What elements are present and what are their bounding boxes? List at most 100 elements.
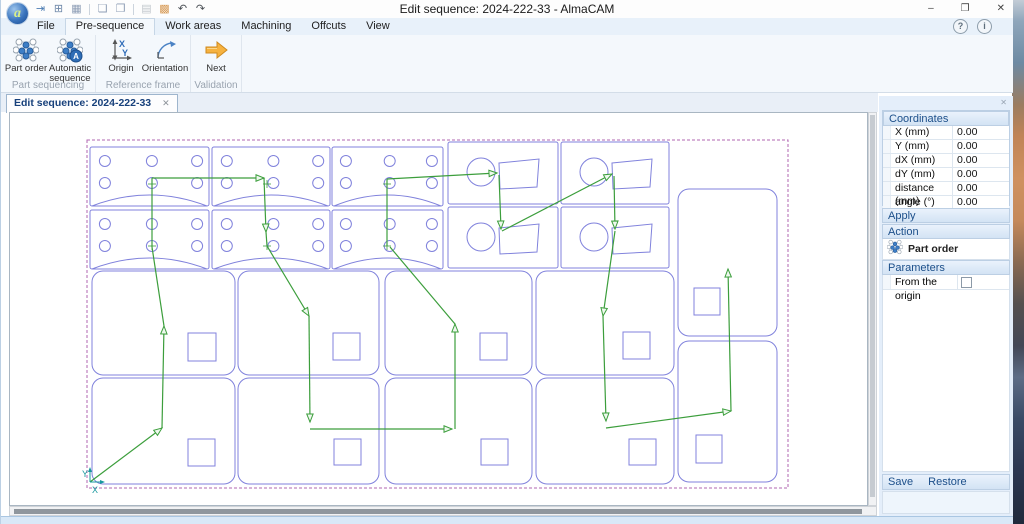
parameters-panel: From the origin (882, 275, 1010, 472)
ribbon-group-part-sequencing: Part orderAAutomatic sequencePart sequen… (1, 35, 96, 92)
sidebar-filler (882, 491, 1010, 514)
parameters-header[interactable]: Parameters (882, 260, 1010, 275)
part-order-icon (13, 37, 39, 63)
coordinate-row: Y (mm)0.00 (883, 140, 1009, 154)
coordinates-grid: X (mm)0.00Y (mm)0.00dX (mm)0.00dY (mm)0.… (883, 126, 1009, 210)
nesting-canvas[interactable]: YX (9, 112, 868, 506)
orientation-button[interactable]: Orientation (143, 36, 187, 74)
svg-text:Y: Y (82, 469, 88, 479)
coordinate-row: dX (mm)0.00 (883, 154, 1009, 168)
maximize-button[interactable]: ❐ (961, 0, 970, 18)
next-button[interactable]: Next (194, 36, 238, 74)
save-icon[interactable]: ▤ (139, 2, 154, 17)
group-label: Validation (191, 80, 241, 92)
coordinate-value-cell[interactable]: 0.00 (952, 168, 1009, 181)
horizontal-scrollbar[interactable] (9, 506, 877, 516)
automatic-sequence-button[interactable]: AAutomatic sequence (48, 36, 92, 85)
ribbon-tab-row: FilePre-sequenceWork areasMachiningOffcu… (1, 18, 1013, 36)
coordinate-row: dY (mm)0.00 (883, 168, 1009, 182)
horizontal-scrollbar-thumb[interactable] (14, 509, 862, 514)
vertical-scrollbar[interactable] (868, 112, 877, 506)
action-current-item: Part order (882, 239, 1010, 260)
part-order-icon (887, 239, 903, 260)
document-tab-label: Edit sequence: 2024-222-33 (14, 97, 151, 109)
ribbon: Part orderAAutomatic sequencePart sequen… (1, 35, 1013, 93)
application-window: Edit sequence: 2024-222-33 - AlmaCAM – ❐… (0, 0, 1012, 524)
coordinate-label: Y (mm) (891, 140, 952, 153)
next-icon (203, 37, 229, 63)
save-restore-bar: Save Restore (882, 474, 1010, 490)
help-icon[interactable]: ? (953, 19, 968, 34)
coordinate-value-cell[interactable]: 0.00 (952, 126, 1009, 139)
ribbon-tab-machining[interactable]: Machining (231, 18, 301, 35)
button-label: Origin (108, 64, 133, 74)
window-bottom-edge (1, 516, 1013, 524)
chart-icon[interactable]: ▦ (69, 2, 84, 17)
coordinate-value-cell[interactable]: 0.00 (952, 154, 1009, 167)
tile-windows-icon[interactable]: ❐ (113, 2, 128, 17)
ribbon-tab-pre-sequence[interactable]: Pre-sequence (65, 18, 156, 35)
toolbar-separator (89, 4, 90, 15)
group-label: Reference frame (96, 80, 190, 92)
ribbon-tab-work-areas[interactable]: Work areas (155, 18, 231, 35)
action-header[interactable]: Action (882, 224, 1010, 239)
coordinates-panel: Coordinates X (mm)0.00Y (mm)0.00dX (mm)0… (882, 110, 1010, 206)
undo-icon[interactable]: ↶ (175, 2, 190, 17)
origin-button[interactable]: X YOrigin (99, 36, 143, 74)
exit-door-icon[interactable]: ⇥ (33, 2, 48, 17)
desktop-wallpaper-strip (1012, 0, 1024, 524)
origin-icon: X Y (108, 37, 134, 63)
coordinate-value-cell[interactable]: 0.00 (952, 182, 1009, 195)
ribbon-groups: Part orderAAutomatic sequencePart sequen… (1, 35, 1013, 92)
properties-sidebar: ✕ Coordinates X (mm)0.00Y (mm)0.00dX (mm… (879, 96, 1013, 516)
quick-access-toolbar: ⇥⊞▦ ❏❐ ▤▩↶↷ (33, 1, 208, 17)
document-tab-bar: Edit sequence: 2024-222-33 ✕ (1, 93, 878, 112)
almacam-window: Edit sequence: 2024-222-33 - AlmaCAM – ❐… (0, 0, 1024, 524)
svg-text:X: X (92, 485, 98, 495)
part-order-button[interactable]: Part order (4, 36, 48, 74)
help-area: ? i (953, 19, 992, 34)
coordinate-label: distance (mm) (891, 182, 952, 195)
from-origin-checkbox[interactable] (961, 277, 972, 288)
parameter-row: From the origin (883, 275, 1009, 290)
toolbar-separator (133, 4, 134, 15)
sidebar-close-icon[interactable]: ✕ (1000, 98, 1007, 107)
group-label: Part sequencing (1, 80, 95, 92)
ribbon-tab-offcuts[interactable]: Offcuts (301, 18, 356, 35)
minimize-button[interactable]: – (928, 0, 934, 18)
parameter-label: From the origin (891, 275, 957, 289)
button-label: Next (206, 64, 226, 74)
app-logo[interactable]: a (7, 3, 28, 24)
table-icon[interactable]: ⊞ (51, 2, 66, 17)
coordinate-label: dY (mm) (891, 168, 952, 181)
vertical-scrollbar-thumb[interactable] (870, 115, 875, 497)
window-controls: – ❐ ✕ (928, 0, 1005, 18)
button-label: Part order (5, 64, 47, 74)
ribbon-tabs: FilePre-sequenceWork areasMachiningOffcu… (27, 18, 400, 35)
automatic-sequence-icon: A (57, 37, 83, 63)
coordinate-row: distance (mm)0.00 (883, 182, 1009, 196)
ribbon-tab-file[interactable]: File (27, 18, 65, 35)
button-label: Orientation (142, 64, 188, 74)
coordinate-label: X (mm) (891, 126, 952, 139)
ribbon-group-validation: Next Validation (191, 35, 242, 92)
coordinate-value-cell[interactable]: 0.00 (952, 140, 1009, 153)
action-item-label: Part order (908, 243, 958, 255)
close-button[interactable]: ✕ (997, 0, 1005, 18)
snapshot-icon[interactable]: ▩ (157, 2, 172, 17)
restore-button[interactable]: Restore (928, 476, 967, 488)
info-icon[interactable]: i (977, 19, 992, 34)
coordinates-header[interactable]: Coordinates (883, 111, 1009, 126)
document-tab-close-icon[interactable]: ✕ (162, 98, 170, 108)
document-tab[interactable]: Edit sequence: 2024-222-33 ✕ (6, 94, 178, 113)
cascade-windows-icon[interactable]: ❏ (95, 2, 110, 17)
apply-header[interactable]: Apply (882, 208, 1010, 223)
ribbon-tab-view[interactable]: View (356, 18, 400, 35)
ribbon-group-reference-frame: X YOrigin Orientation Reference frame (96, 35, 191, 92)
orientation-icon (152, 37, 178, 63)
save-button[interactable]: Save (888, 476, 913, 488)
coordinate-row: X (mm)0.00 (883, 126, 1009, 140)
coordinate-label: dX (mm) (891, 154, 952, 167)
redo-icon[interactable]: ↷ (193, 2, 208, 17)
svg-text:Y: Y (122, 48, 128, 58)
